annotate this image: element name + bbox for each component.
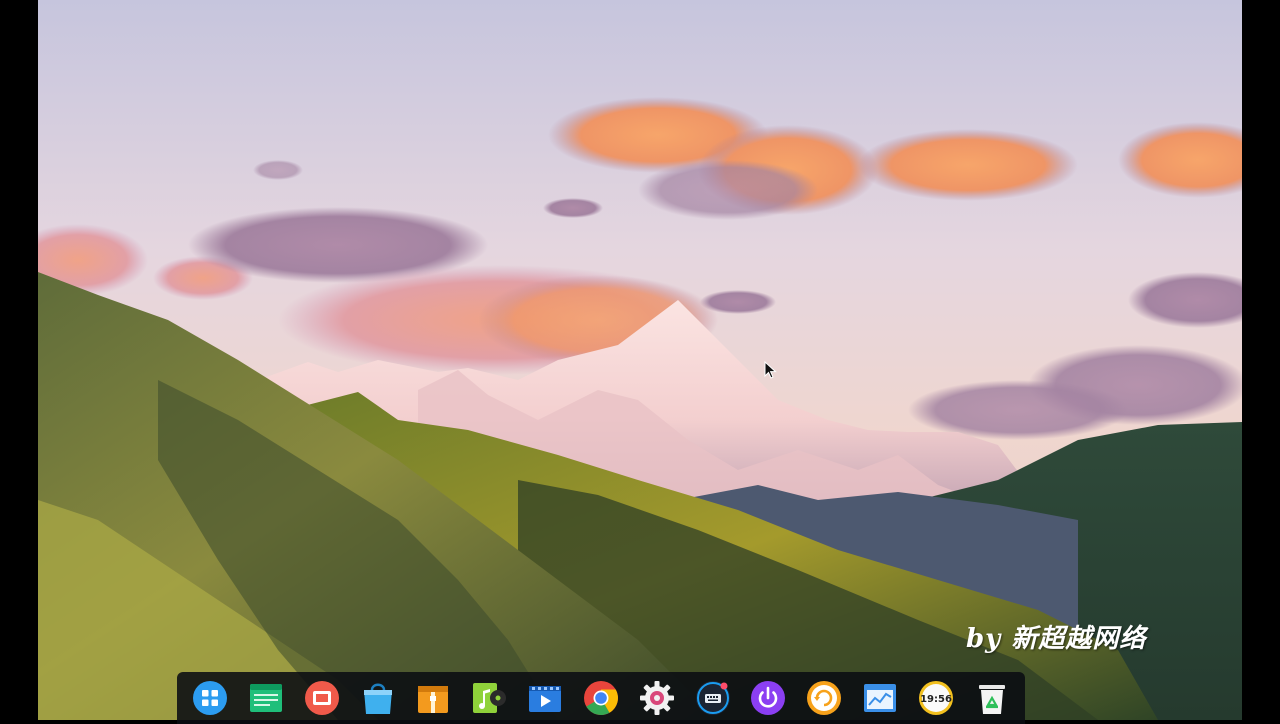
dock-item-system-update[interactable] xyxy=(805,679,843,717)
clock-icon: 19:56 xyxy=(918,681,953,715)
dock-item-settings[interactable] xyxy=(638,679,676,717)
dock-item-chrome-browser[interactable] xyxy=(582,679,620,717)
trash-icon xyxy=(978,685,1005,714)
dock-item-screen-recorder[interactable] xyxy=(303,679,341,717)
film-strip-icon xyxy=(529,686,562,712)
archive-box-icon xyxy=(418,686,449,713)
dock-item-trash[interactable] xyxy=(973,679,1011,717)
dock-item-launcher[interactable] xyxy=(191,679,229,717)
gear-icon xyxy=(639,681,674,715)
dock-item-app-store[interactable] xyxy=(359,679,397,717)
dock-item-archive-manager[interactable] xyxy=(414,679,452,717)
power-icon xyxy=(751,681,786,715)
watermark-text: by 新超越网络 xyxy=(966,624,1147,654)
store-bag-icon xyxy=(363,683,392,714)
dock-item-clock[interactable]: 19:56 xyxy=(917,679,955,717)
chrome-icon xyxy=(583,681,618,715)
dock-item-file-manager[interactable] xyxy=(247,679,285,717)
keyboard-icon xyxy=(695,681,730,715)
refresh-circle-icon xyxy=(807,681,842,715)
taskbar-dock: 19:56 xyxy=(177,672,1025,724)
dock-item-keyboard-settings[interactable] xyxy=(694,679,732,717)
desktop: by 新超越网络 xyxy=(38,0,1242,720)
folder-window-icon xyxy=(249,684,282,712)
clock-label: 19:56 xyxy=(920,694,952,705)
dock-item-system-monitor[interactable] xyxy=(861,679,899,717)
mouse-cursor-icon xyxy=(764,361,777,379)
dock-item-video-player[interactable] xyxy=(526,679,564,717)
dock-item-shutdown[interactable] xyxy=(749,679,787,717)
record-window-icon xyxy=(304,681,339,715)
monitor-chart-icon xyxy=(864,684,897,712)
music-note-icon xyxy=(473,683,507,713)
wallpaper-image xyxy=(38,0,1242,720)
dock-item-music-player[interactable] xyxy=(470,679,508,717)
launcher-grid-icon xyxy=(193,681,227,715)
